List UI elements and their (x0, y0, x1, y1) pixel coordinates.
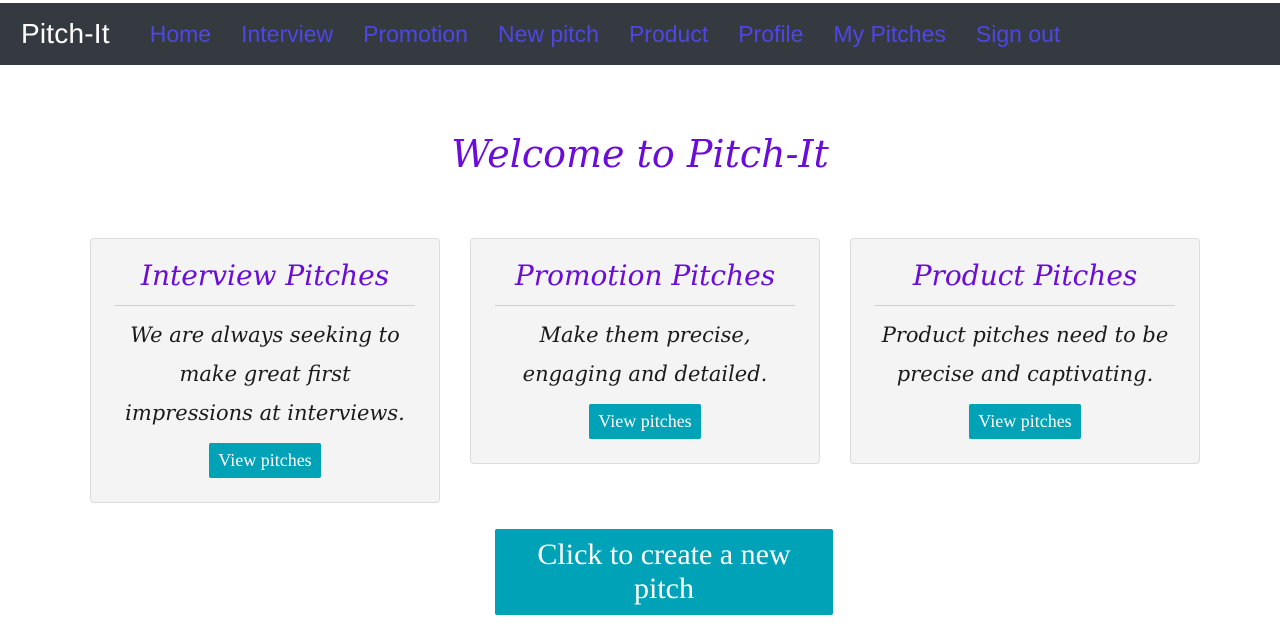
nav-link-profile[interactable]: Profile (723, 21, 818, 48)
card-product-pitches: Product Pitches Product pitches need to … (850, 238, 1200, 464)
nav-link-product[interactable]: Product (614, 21, 723, 48)
create-new-pitch-button[interactable]: Click to create a new pitch (495, 529, 833, 615)
nav-links: Home Interview Promotion New pitch Produ… (135, 21, 1076, 48)
view-promotion-pitches-button[interactable]: View pitches (589, 403, 701, 439)
nav-link-my-pitches[interactable]: My Pitches (818, 21, 960, 48)
nav-link-sign-out[interactable]: Sign out (961, 21, 1075, 48)
card-title: Product Pitches (912, 259, 1138, 292)
nav-link-home[interactable]: Home (135, 21, 226, 48)
card-text: Make them precise, engaging and detailed… (522, 322, 768, 386)
card-interview-pitches: Interview Pitches We are always seeking … (90, 238, 440, 503)
nav-link-promotion[interactable]: Promotion (348, 21, 483, 48)
card-divider (495, 304, 795, 306)
card-divider (115, 304, 415, 306)
card-divider (875, 304, 1175, 306)
nav-link-new-pitch[interactable]: New pitch (483, 21, 614, 48)
card-title: Interview Pitches (140, 259, 390, 292)
card-title: Promotion Pitches (514, 259, 776, 292)
card-promotion-pitches: Promotion Pitches Make them precise, eng… (470, 238, 820, 464)
nav-link-interview[interactable]: Interview (226, 21, 348, 48)
card-text: We are always seeking to make great firs… (125, 322, 405, 425)
page-title: Welcome to Pitch-It (451, 132, 829, 176)
card-text: Product pitches need to be precise and c… (881, 322, 1169, 386)
brand-link[interactable]: Pitch-It (21, 18, 110, 50)
view-interview-pitches-button[interactable]: View pitches (209, 442, 321, 478)
view-product-pitches-button[interactable]: View pitches (969, 403, 1081, 439)
navbar: Pitch-It Home Interview Promotion New pi… (0, 3, 1280, 65)
